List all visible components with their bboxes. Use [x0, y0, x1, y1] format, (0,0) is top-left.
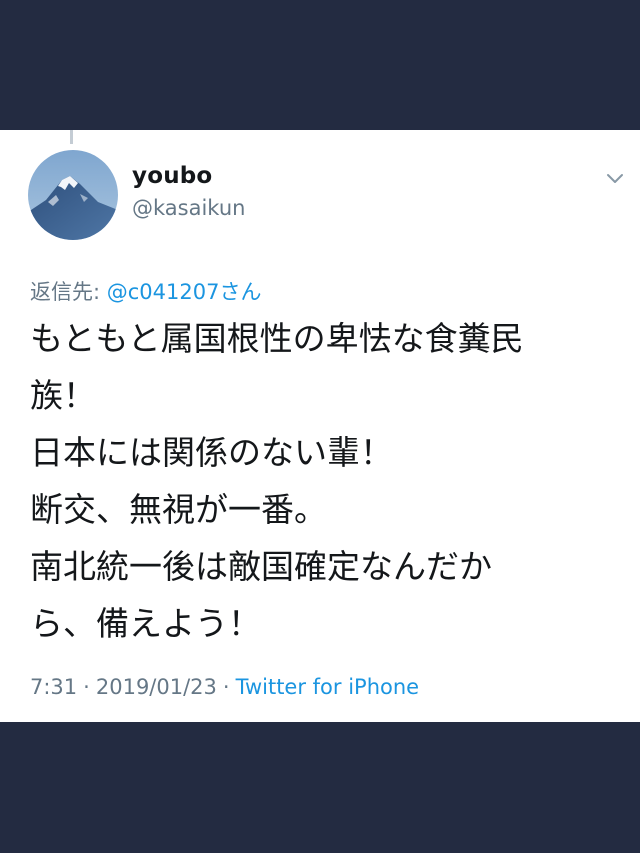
- thread-connector-line: [70, 130, 73, 144]
- tweet-text-line: 族！: [30, 376, 96, 415]
- reply-to-line: 返信先: @c041207さん: [30, 276, 261, 306]
- tweet-text-line: 日本には関係のない輩！: [30, 433, 393, 472]
- reply-to-mention-link[interactable]: @c041207さん: [107, 280, 262, 304]
- meta-separator: ·: [83, 675, 90, 699]
- tweet-meta: 7:31 · 2019/01/23 · Twitter for iPhone: [30, 675, 419, 699]
- tweet-text-line: もともと属国根性の卑怯な食糞民: [30, 319, 524, 358]
- author-handle[interactable]: @kasaikun: [132, 196, 245, 220]
- author-display-name[interactable]: youbo: [132, 163, 212, 189]
- avatar[interactable]: [28, 150, 118, 240]
- mountain-photo-avatar-icon: [28, 150, 118, 240]
- tweet-time: 7:31: [30, 675, 78, 699]
- meta-separator: ·: [222, 675, 230, 699]
- reply-to-prefix: 返信先:: [30, 280, 107, 304]
- tweet-date[interactable]: 2019/01/23: [96, 675, 217, 699]
- tweet-text-line: 断交、無視が一番。: [30, 490, 327, 529]
- tweet-card: youbo @kasaikun 返信先: @c041207さん もともと属国根性…: [0, 130, 640, 722]
- bottom-background-band: [0, 722, 640, 853]
- tweet-text: もともと属国根性の卑怯な食糞民 族！ 日本には関係のない輩！ 断交、無視が一番。…: [30, 310, 615, 652]
- tweet-source-link[interactable]: Twitter for iPhone: [236, 675, 420, 699]
- top-background-band: [0, 0, 640, 130]
- tweet-menu-button[interactable]: [606, 170, 624, 183]
- tweet-text-line: ら、備えよう！: [30, 604, 261, 643]
- tweet-text-line: 南北統一後は敵国確定なんだか: [30, 547, 492, 586]
- chevron-down-icon: [607, 174, 623, 183]
